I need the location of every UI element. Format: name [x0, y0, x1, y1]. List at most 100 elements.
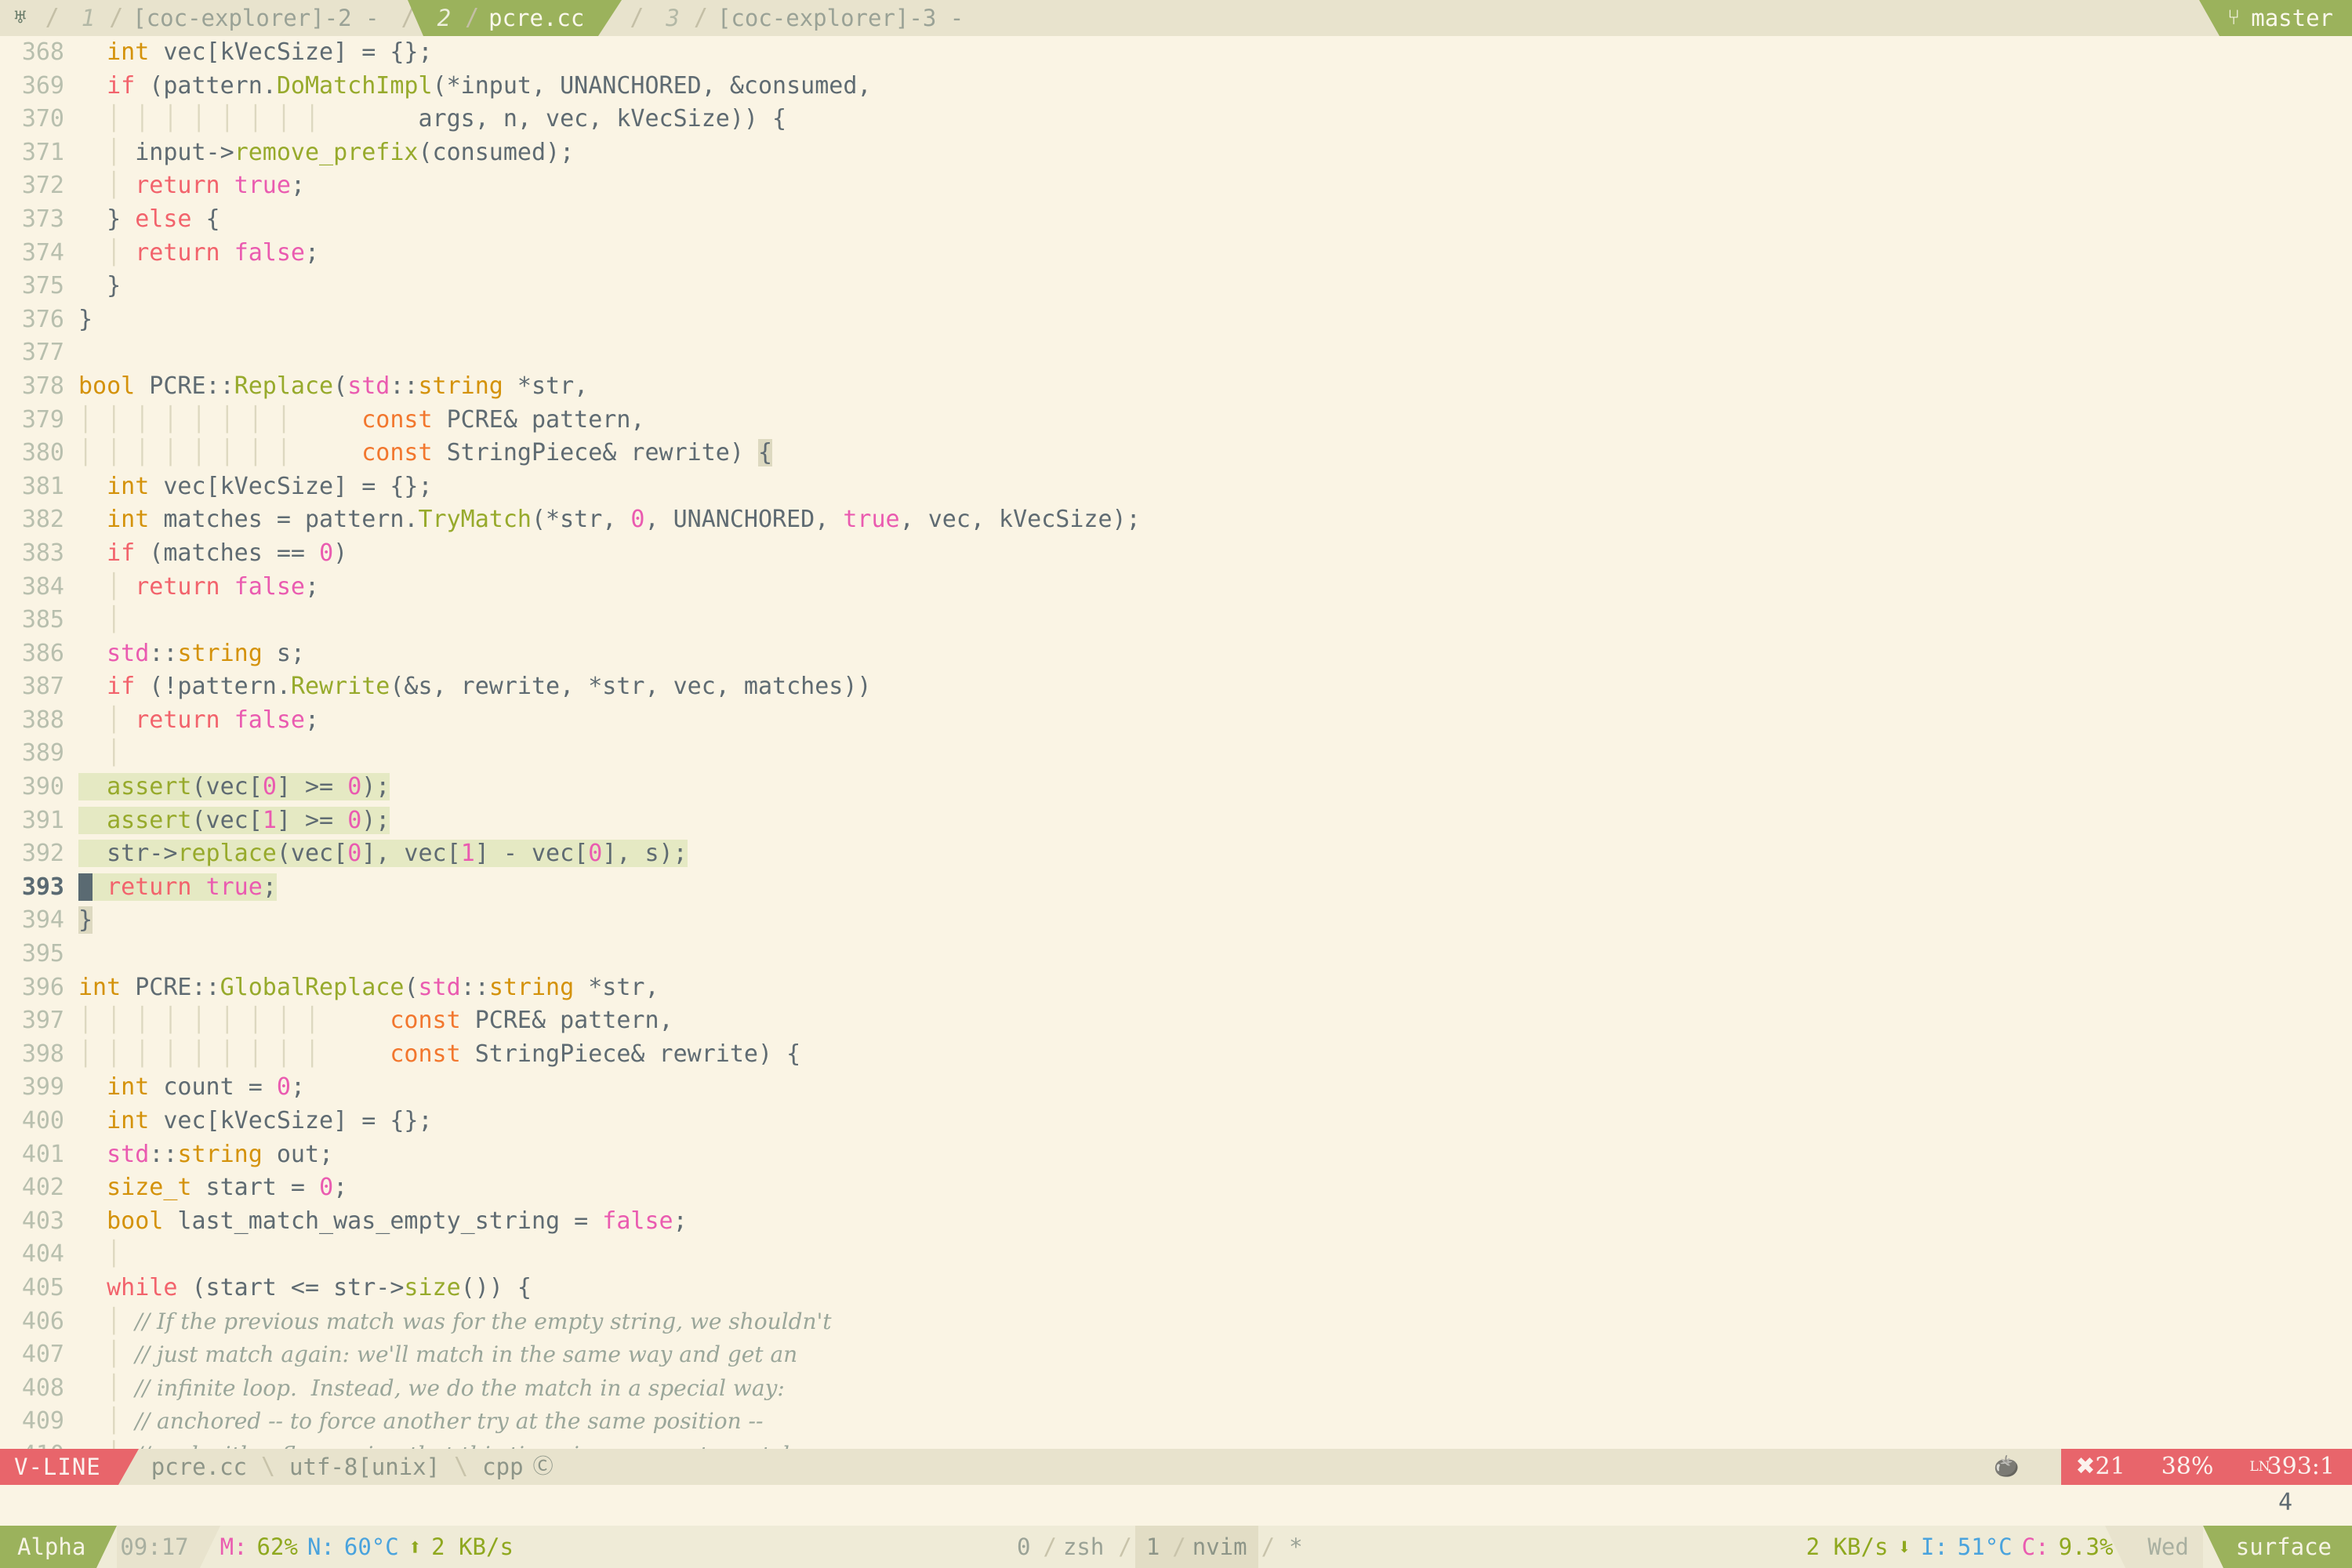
code-line[interactable]: 406 │ // If the previous match was for t…: [0, 1305, 2352, 1339]
code-line[interactable]: 396int PCRE::GlobalReplace(std::string *…: [0, 971, 2352, 1005]
code-token: ): [333, 539, 347, 567]
code-line[interactable]: 373 } else {: [0, 203, 2352, 237]
code-line[interactable]: 388 │ return false;: [0, 704, 2352, 738]
code-line[interactable]: 407 │ // just match again: we'll match i…: [0, 1338, 2352, 1372]
code-line[interactable]: 369 if (pattern.DoMatchImpl(*input, UNAN…: [0, 70, 2352, 103]
code-line[interactable]: 397│ │ │ │ │ │ │ │ │ const PCRE& pattern…: [0, 1004, 2352, 1038]
code-line[interactable]: 387 if (!pattern.Rewrite(&s, rewrite, *s…: [0, 670, 2352, 704]
upload-arrow-icon: ⬆: [408, 1530, 422, 1564]
code-token: TryMatch: [418, 506, 532, 533]
code-line[interactable]: 378bool PCRE::Replace(std::string *str,: [0, 370, 2352, 404]
code-line[interactable]: 393 return true;: [0, 871, 2352, 905]
code-line[interactable]: 402 size_t start = 0;: [0, 1171, 2352, 1205]
tab-number: 2: [426, 2, 460, 35]
code-line[interactable]: 405 while (start <= str->size()) {: [0, 1272, 2352, 1305]
code-line-text: │ // and with a flag saying that this ti…: [78, 1439, 2352, 1449]
code-token: assert: [107, 773, 191, 800]
tmux-clock: 09:17: [117, 1526, 199, 1568]
code-line[interactable]: 410 │ // and with a flag saying that thi…: [0, 1439, 2352, 1449]
tab-2[interactable]: 2/pcre.cc: [423, 0, 599, 36]
code-token: return: [135, 239, 220, 267]
code-token: [78, 807, 107, 834]
code-token: [78, 739, 107, 767]
code-line-text: str->replace(vec[0], vec[1] - vec[0], s)…: [78, 837, 2352, 871]
code-line[interactable]: 377: [0, 336, 2352, 370]
line-number: 377: [0, 336, 78, 370]
code-token: │: [107, 1308, 121, 1335]
code-line[interactable]: 381 int vec[kVecSize] = {};: [0, 470, 2352, 504]
code-line-text: │ // anchored -- to force another try at…: [78, 1405, 2352, 1439]
code-token: bool: [107, 1207, 163, 1235]
line-number: 380: [0, 437, 78, 470]
code-token: PCRE::: [121, 974, 220, 1001]
code-token: [78, 573, 107, 601]
code-line[interactable]: 394}: [0, 904, 2352, 938]
tab-number: 3: [655, 2, 688, 35]
line-number: 374: [0, 237, 78, 270]
code-editor[interactable]: 368 int vec[kVecSize] = {};369 if (patte…: [0, 36, 2352, 1449]
code-line[interactable]: 400 int vec[kVecSize] = {};: [0, 1105, 2352, 1138]
code-line[interactable]: 404 │: [0, 1238, 2352, 1272]
tab-1[interactable]: 1/[coc-explorer]-2 -: [67, 0, 394, 36]
code-line[interactable]: 390 assert(vec[0] >= 0);: [0, 771, 2352, 804]
code-line[interactable]: 392 str->replace(vec[0], vec[1] - vec[0]…: [0, 837, 2352, 871]
line-text: │ │ │ │ │ │ │ │ const PCRE& pattern,: [78, 406, 644, 434]
line-number: 400: [0, 1105, 78, 1138]
code-token: *str,: [503, 372, 588, 400]
code-line[interactable]: 384 │ return false;: [0, 571, 2352, 604]
tabline: ♅ / 1/[coc-explorer]-2 -/2/pcre.cc/3/[co…: [0, 0, 2352, 36]
code-line[interactable]: 395: [0, 938, 2352, 971]
tmux-session-name[interactable]: Alpha: [0, 1526, 96, 1568]
code-token: [220, 573, 234, 601]
code-line-text: }: [78, 904, 2352, 938]
download-arrow-icon: ⬇: [1897, 1530, 1911, 1564]
code-line[interactable]: 408 │ // infinite loop. Instead, we do t…: [0, 1372, 2352, 1406]
status-scroll-percent: 38%: [2161, 1450, 2214, 1484]
code-token: [305, 406, 361, 434]
code-line[interactable]: 398│ │ │ │ │ │ │ │ │ const StringPiece& …: [0, 1038, 2352, 1072]
line-text: if (matches == 0): [78, 539, 347, 567]
tab-3[interactable]: 3/[coc-explorer]-3 -: [652, 0, 978, 36]
tmux-window-*[interactable]: *: [1278, 1526, 1313, 1568]
tmux-stats-left: M:62%N:60°C⬆2 KB/s: [220, 1526, 514, 1568]
code-line[interactable]: 391 assert(vec[1] >= 0);: [0, 804, 2352, 838]
nvidia-temp-label: N:: [307, 1530, 335, 1564]
code-line[interactable]: 389 │: [0, 737, 2352, 771]
cpu-label: C:: [2022, 1530, 2049, 1564]
tmux-window-1[interactable]: 1/nvim: [1135, 1526, 1258, 1568]
code-line[interactable]: 371 │ input->remove_prefix(consumed);: [0, 136, 2352, 170]
code-token: std: [107, 640, 149, 667]
code-line[interactable]: 382 int matches = pattern.TryMatch(*str,…: [0, 503, 2352, 537]
code-line[interactable]: 376}: [0, 303, 2352, 337]
line-number: 381: [0, 470, 78, 504]
code-line[interactable]: 399 int count = 0;: [0, 1071, 2352, 1105]
line-text: int matches = pattern.TryMatch(*str, 0, …: [78, 506, 1141, 533]
code-line[interactable]: 372 │ return true;: [0, 169, 2352, 203]
code-line[interactable]: 383 if (matches == 0): [0, 537, 2352, 571]
code-line-text: │ return false;: [78, 571, 2352, 604]
code-line[interactable]: 380│ │ │ │ │ │ │ │ const StringPiece& re…: [0, 437, 2352, 470]
command-line[interactable]: 4: [0, 1485, 2352, 1526]
code-token: [333, 1007, 390, 1034]
code-line[interactable]: 374 │ return false;: [0, 237, 2352, 270]
code-token: [220, 172, 234, 199]
code-line-text: size_t start = 0;: [78, 1171, 2352, 1205]
code-line[interactable]: 375 }: [0, 270, 2352, 303]
code-token: │: [107, 1374, 121, 1402]
code-line[interactable]: 403 bool last_match_was_empty_string = f…: [0, 1205, 2352, 1239]
code-line-text: int PCRE::GlobalReplace(std::string *str…: [78, 971, 2352, 1005]
code-token: replace: [177, 840, 276, 867]
code-line[interactable]: 401 std::string out;: [0, 1138, 2352, 1172]
line-number: 370: [0, 103, 78, 136]
code-token: [121, 172, 135, 199]
code-line[interactable]: 385 │: [0, 604, 2352, 637]
code-token: matches = pattern.: [149, 506, 418, 533]
code-token: ] >=: [277, 773, 347, 800]
code-line[interactable]: 370 │ │ │ │ │ │ │ │ args, n, vec, kVecSi…: [0, 103, 2352, 136]
code-token: │ │ │ │ │ │ │ │: [78, 439, 305, 466]
tmux-window-0[interactable]: 0/zsh: [1006, 1526, 1115, 1568]
code-line[interactable]: 379│ │ │ │ │ │ │ │ const PCRE& pattern,: [0, 404, 2352, 437]
code-line[interactable]: 409 │ // anchored -- to force another tr…: [0, 1405, 2352, 1439]
code-line[interactable]: 368 int vec[kVecSize] = {};: [0, 36, 2352, 70]
code-line[interactable]: 386 std::string s;: [0, 637, 2352, 671]
